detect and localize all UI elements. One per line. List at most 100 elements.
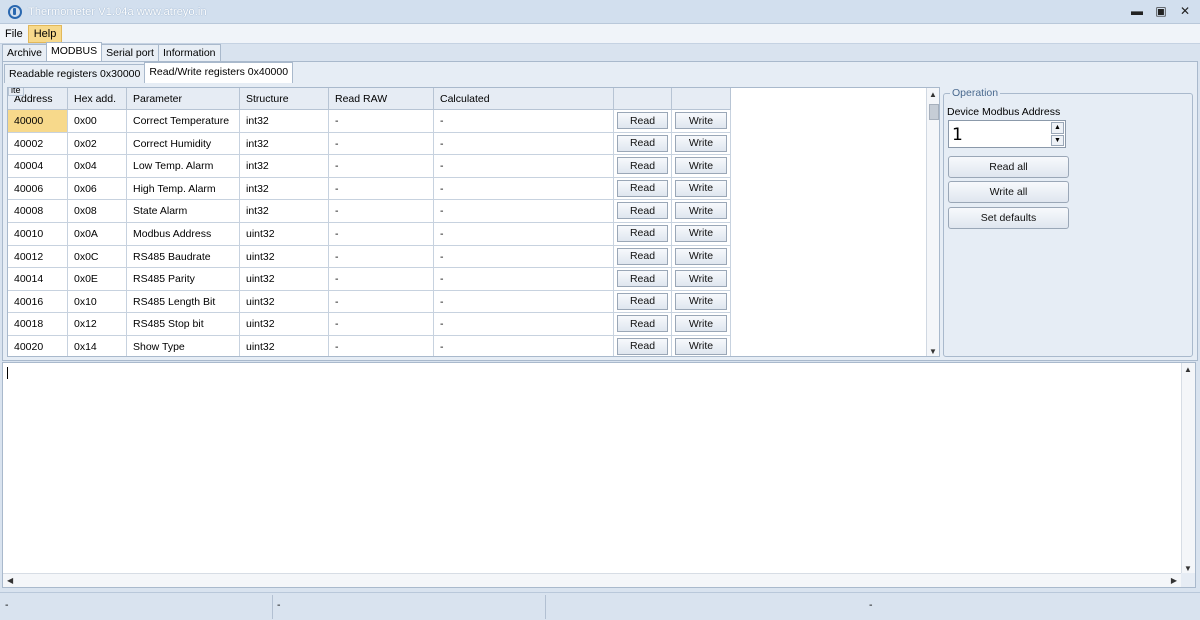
cell-read-raw[interactable]: -	[329, 290, 434, 314]
cell-hex[interactable]: 0x10	[68, 290, 127, 314]
menu-file[interactable]: File	[0, 26, 28, 42]
cell-parameter[interactable]: Show Type	[127, 335, 240, 356]
write-button[interactable]: Write	[675, 270, 727, 288]
close-icon[interactable]: ✕	[1178, 4, 1192, 18]
device-address-value[interactable]: 1	[952, 125, 963, 145]
write-button[interactable]: Write	[675, 247, 727, 265]
cell-read-raw[interactable]: -	[329, 313, 434, 336]
header-structure[interactable]: Structure	[240, 88, 329, 110]
cell-read-raw[interactable]: -	[329, 335, 434, 356]
cell-read-raw[interactable]: -	[329, 177, 434, 201]
menu-help[interactable]: Help	[27, 24, 63, 43]
cell-parameter[interactable]: RS485 Parity	[127, 268, 240, 291]
cell-parameter[interactable]: RS485 Baudrate	[127, 245, 240, 269]
cell-read-raw[interactable]: -	[329, 132, 434, 156]
cell-calculated[interactable]: -	[434, 245, 614, 269]
tab-modbus[interactable]: MODBUS	[46, 42, 103, 61]
cell-calculated[interactable]: -	[434, 268, 614, 291]
spin-down-icon[interactable]: ▼	[1051, 134, 1064, 146]
cell-parameter[interactable]: Modbus Address	[127, 222, 240, 246]
cell-address[interactable]: 40016	[8, 290, 68, 314]
cell-calculated[interactable]: -	[434, 155, 614, 178]
table-row[interactable]: 40020 0x14 Show Type uint32- - Read Write	[8, 335, 731, 356]
cell-parameter[interactable]: Low Temp. Alarm	[127, 155, 240, 178]
cell-structure[interactable]: uint32	[240, 245, 329, 269]
tab-archive[interactable]: Archive	[2, 44, 48, 61]
log-scroll-right-icon[interactable]: ▶	[1171, 576, 1177, 585]
scroll-down-icon[interactable]: ▼	[929, 347, 937, 356]
read-all-button[interactable]: Read all	[948, 156, 1069, 178]
table-row[interactable]: 40018 0x12 RS485 Stop bit uint32- - Read Write	[8, 313, 731, 336]
tab-information[interactable]: Information	[157, 44, 221, 61]
header-read-raw[interactable]: Read RAW	[329, 88, 434, 110]
read-button[interactable]: Read	[617, 134, 668, 152]
cell-read-raw[interactable]: -	[329, 222, 434, 246]
cell-hex[interactable]: 0x0C	[68, 245, 127, 269]
log-scroll-down-icon[interactable]: ▼	[1184, 564, 1192, 573]
write-button[interactable]: Write	[675, 112, 727, 129]
header-parameter[interactable]: Parameter	[127, 88, 240, 110]
log-vertical-scrollbar[interactable]: ▲ ▼	[1181, 363, 1195, 575]
cell-address[interactable]: 40010	[8, 222, 68, 246]
cell-calculated[interactable]: -	[434, 290, 614, 314]
cell-read-raw[interactable]: -	[329, 155, 434, 178]
cell-address[interactable]: 40000	[8, 110, 68, 133]
scroll-up-icon[interactable]: ▲	[929, 90, 937, 99]
write-button[interactable]: Write	[675, 157, 727, 175]
table-row[interactable]: 40008 0x08 State Alarm int32- - Read Write	[8, 200, 731, 223]
cell-parameter[interactable]: Correct Humidity	[127, 132, 240, 156]
tab-readwrite-registers[interactable]: Read/Write registers 0x40000	[144, 62, 294, 83]
cell-hex[interactable]: 0x02	[68, 132, 127, 156]
cell-hex[interactable]: 0x00	[68, 110, 127, 133]
read-button[interactable]: Read	[617, 337, 668, 355]
header-calculated[interactable]: Calculated	[434, 88, 614, 110]
cell-calculated[interactable]: -	[434, 222, 614, 246]
write-button[interactable]: Write	[675, 134, 727, 152]
cell-address[interactable]: 40014	[8, 268, 68, 291]
read-button[interactable]: Read	[617, 202, 668, 220]
cell-address[interactable]: 40004	[8, 155, 68, 178]
cell-read-raw[interactable]: -	[329, 245, 434, 269]
read-button[interactable]: Read	[617, 270, 668, 288]
cell-structure[interactable]: int32	[240, 132, 329, 156]
read-button[interactable]: Read	[617, 179, 668, 197]
table-row[interactable]: 40016 0x10 RS485 Length Bit uint32- - Read Wri…	[8, 290, 731, 314]
log-textbox[interactable]: ▲ ▼ ◀ ▶	[2, 362, 1196, 588]
read-button[interactable]: Read	[617, 247, 668, 265]
tab-serial-port[interactable]: Serial port	[101, 44, 159, 61]
cell-address[interactable]: 40018	[8, 313, 68, 336]
write-all-button[interactable]: Write all	[948, 181, 1069, 203]
cell-address[interactable]: 40002	[8, 132, 68, 156]
log-horizontal-scrollbar[interactable]: ◀ ▶	[3, 573, 1181, 587]
header-hex[interactable]: Hex add.	[68, 88, 127, 110]
maximize-icon[interactable]: ▣	[1154, 4, 1168, 18]
cell-hex[interactable]: 0x0E	[68, 268, 127, 291]
grid-scrollbar[interactable]: ▲ ▼	[926, 88, 939, 356]
cell-calculated[interactable]: -	[434, 313, 614, 336]
device-address-spinner[interactable]: 1 ▲ ▼	[948, 120, 1066, 148]
cell-calculated[interactable]: -	[434, 177, 614, 201]
write-button[interactable]: Write	[675, 315, 727, 333]
cell-hex[interactable]: 0x06	[68, 177, 127, 201]
table-row[interactable]: 40004 0x04 Low Temp. Alarm int32- - Read Write	[8, 155, 731, 178]
cell-read-raw[interactable]: -	[329, 268, 434, 291]
cell-hex[interactable]: 0x12	[68, 313, 127, 336]
cell-calculated[interactable]: -	[434, 132, 614, 156]
cell-structure[interactable]: int32	[240, 110, 329, 133]
cell-structure[interactable]: int32	[240, 155, 329, 178]
log-scroll-left-icon[interactable]: ◀	[7, 576, 13, 585]
cell-hex[interactable]: 0x0A	[68, 222, 127, 246]
cell-calculated[interactable]: -	[434, 200, 614, 223]
cell-parameter[interactable]: RS485 Stop bit	[127, 313, 240, 336]
cell-structure[interactable]: uint32	[240, 222, 329, 246]
table-row[interactable]: 40002 0x02 Correct Humidity int32- - Read Writ…	[8, 132, 731, 156]
table-row[interactable]: 40014 0x0E RS485 Parity uint32- - Read Write	[8, 268, 731, 291]
cell-address[interactable]: 40020	[8, 335, 68, 356]
write-button[interactable]: Write	[675, 292, 727, 310]
cell-read-raw[interactable]: -	[329, 200, 434, 223]
minimize-icon[interactable]: ▬	[1130, 4, 1144, 18]
cell-hex[interactable]: 0x08	[68, 200, 127, 223]
cell-read-raw[interactable]: -	[329, 110, 434, 133]
cell-structure[interactable]: uint32	[240, 268, 329, 291]
read-button[interactable]: Read	[617, 112, 668, 129]
